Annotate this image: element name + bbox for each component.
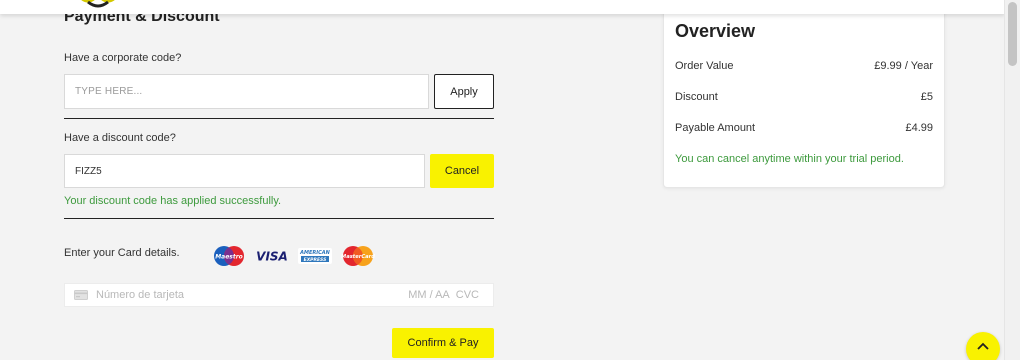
visa-logo-icon: VISA <box>256 250 288 264</box>
discount-code-input[interactable]: FIZZ5 <box>64 154 425 188</box>
chevron-up-icon <box>977 342 989 350</box>
card-cvc-input[interactable]: CVC <box>456 289 479 301</box>
credit-card-icon <box>74 290 88 300</box>
svg-text:Maestro: Maestro <box>215 254 243 261</box>
brand-logo-icon[interactable] <box>74 0 134 8</box>
vertical-scrollbar[interactable] <box>1004 0 1020 360</box>
divider <box>64 218 494 219</box>
corporate-code-input[interactable]: TYPE HERE... <box>64 74 429 109</box>
scrollbar-thumb[interactable] <box>1008 2 1017 66</box>
overview-row-payable-amount: Payable Amount £4.99 <box>675 122 933 134</box>
overview-row-label: Discount <box>675 91 718 103</box>
site-header <box>0 0 1005 14</box>
overview-title: Overview <box>675 21 756 41</box>
overview-row-value: £5 <box>920 91 933 103</box>
cancel-discount-button[interactable]: Cancel <box>430 154 494 188</box>
overview-row-value: £4.99 <box>905 122 933 134</box>
checkout-page: Payment & Discount Have a corporate code… <box>0 0 1020 360</box>
card-logos: Maestro VISA AMERICAN EXPRESS MasterCard <box>212 245 375 267</box>
overview-row-discount: Discount £5 <box>675 91 933 103</box>
amex-logo-icon: AMERICAN EXPRESS <box>298 248 332 264</box>
overview-row-label: Order Value <box>675 60 734 72</box>
svg-text:EXPRESS: EXPRESS <box>304 257 327 263</box>
svg-text:VISA: VISA <box>256 250 288 264</box>
discount-code-label: Have a discount code? <box>64 132 176 144</box>
card-number-field[interactable]: Número de tarjeta MM / AA CVC <box>64 283 494 307</box>
divider <box>64 118 494 119</box>
card-details-label: Enter your Card details. <box>64 247 180 259</box>
card-expiry-input[interactable]: MM / AA <box>408 289 450 301</box>
overview-row-label: Payable Amount <box>675 122 756 134</box>
scroll-to-top-button[interactable] <box>966 332 1000 360</box>
discount-success-message: Your discount code has applied successfu… <box>64 195 282 207</box>
maestro-logo-icon: Maestro <box>214 246 244 266</box>
apply-button[interactable]: Apply <box>434 74 494 109</box>
card-number-input[interactable]: Número de tarjeta <box>96 289 408 301</box>
svg-text:AMERICAN: AMERICAN <box>299 250 331 256</box>
svg-text:MasterCard: MasterCard <box>341 254 375 260</box>
trial-cancel-note: You can cancel anytime within your trial… <box>675 153 904 165</box>
overview-row-value: £9.99 / Year <box>874 60 933 72</box>
mastercard-logo-icon: MasterCard <box>341 246 375 266</box>
overview-card: Overview Order Value £9.99 / Year Discou… <box>663 4 945 188</box>
confirm-pay-button[interactable]: Confirm & Pay <box>392 328 494 358</box>
overview-row-order-value: Order Value £9.99 / Year <box>675 60 933 72</box>
corporate-code-label: Have a corporate code? <box>64 52 182 64</box>
